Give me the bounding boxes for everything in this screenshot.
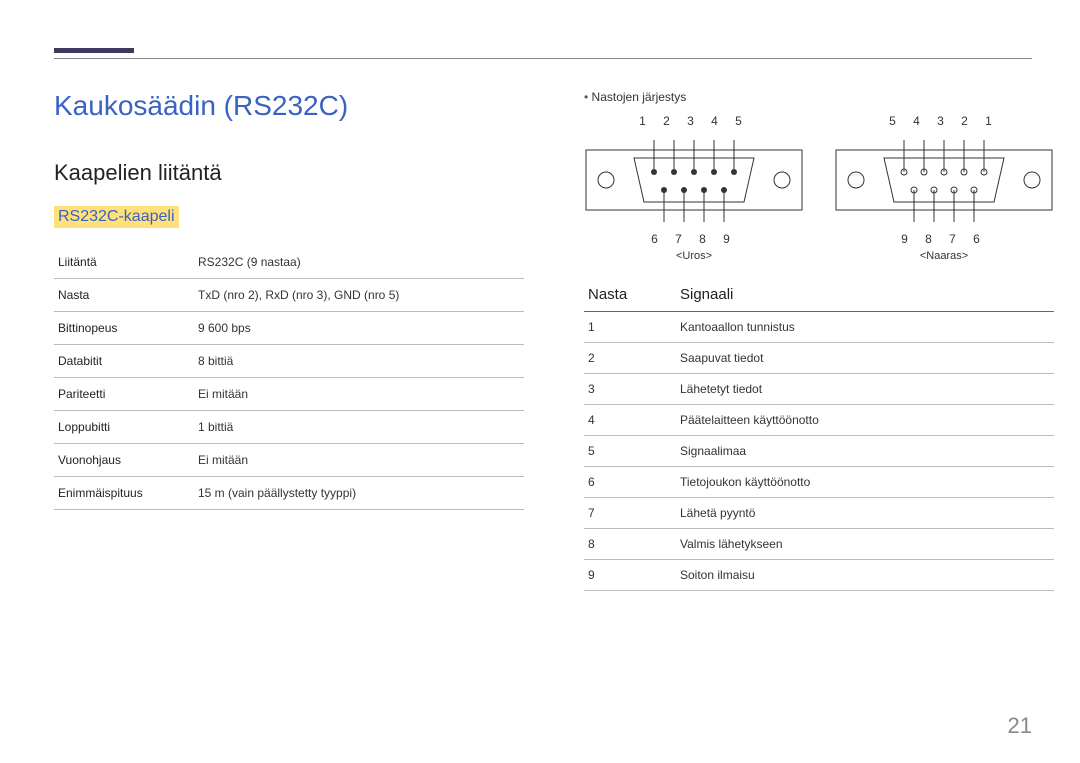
table-row: 4Päätelaitteen käyttöönotto xyxy=(584,405,1054,436)
dsub-female-icon xyxy=(834,130,1054,230)
table-row: VuonohjausEi mitään xyxy=(54,444,524,477)
pin-number: 9 xyxy=(584,560,676,591)
table-row: Enimmäispituus15 m (vain päällystetty ty… xyxy=(54,477,524,510)
page-number: 21 xyxy=(1008,713,1032,739)
pin-number: 5 xyxy=(584,436,676,467)
table-row: 5Signaalimaa xyxy=(584,436,1054,467)
spec-key: Liitäntä xyxy=(54,246,194,279)
dsub-male-icon xyxy=(584,130,804,230)
table-row: 8Valmis lähetykseen xyxy=(584,529,1054,560)
pin-signal: Päätelaitteen käyttöönotto xyxy=(676,405,1054,436)
spec-key: Nasta xyxy=(54,279,194,312)
table-row: PariteettiEi mitään xyxy=(54,378,524,411)
pin-signal: Signaalimaa xyxy=(676,436,1054,467)
table-row: 6Tietojoukon käyttöönotto xyxy=(584,467,1054,498)
pin-number: 6 xyxy=(584,467,676,498)
table-row: Databitit8 bittiä xyxy=(54,345,524,378)
connector-female: 5 4 3 2 1 9 8 7 6 <Naaras> xyxy=(834,114,1054,262)
pin-number: 7 xyxy=(584,498,676,529)
pin-signal: Tietojoukon käyttöönotto xyxy=(676,467,1054,498)
table-row: NastaTxD (nro 2), RxD (nro 3), GND (nro … xyxy=(54,279,524,312)
spec-key: Enimmäispituus xyxy=(54,477,194,510)
pin-number: 8 xyxy=(584,529,676,560)
spec-value: 8 bittiä xyxy=(194,345,524,378)
spec-table: LiitäntäRS232C (9 nastaa)NastaTxD (nro 2… xyxy=(54,246,524,510)
connector-male: 1 2 3 4 5 6 7 8 9 <Uros> xyxy=(584,114,804,262)
spec-key: Vuonohjaus xyxy=(54,444,194,477)
spec-value: Ei mitään xyxy=(194,444,524,477)
female-top-numbers: 5 4 3 2 1 xyxy=(834,114,1054,128)
left-column: Kaukosäädin (RS232C) Kaapelien liitäntä … xyxy=(54,90,524,591)
pin-signal: Valmis lähetykseen xyxy=(676,529,1054,560)
pin-header-nasta: Nasta xyxy=(584,280,676,312)
pin-table: Nasta Signaali 1Kantoaallon tunnistus2Sa… xyxy=(584,280,1054,591)
pin-signal: Lähetetyt tiedot xyxy=(676,374,1054,405)
male-top-numbers: 1 2 3 4 5 xyxy=(584,114,804,128)
female-caption: <Naaras> xyxy=(834,250,1054,262)
spec-key: Databitit xyxy=(54,345,194,378)
page-top-rule xyxy=(54,58,1032,59)
pin-signal: Lähetä pyyntö xyxy=(676,498,1054,529)
spec-value: 1 bittiä xyxy=(194,411,524,444)
spec-value: TxD (nro 2), RxD (nro 3), GND (nro 5) xyxy=(194,279,524,312)
table-row: Loppubitti1 bittiä xyxy=(54,411,524,444)
male-bottom-numbers: 6 7 8 9 xyxy=(584,232,804,246)
pin-number: 1 xyxy=(584,312,676,343)
pin-signal: Kantoaallon tunnistus xyxy=(676,312,1054,343)
spec-value: Ei mitään xyxy=(194,378,524,411)
spec-key: Loppubitti xyxy=(54,411,194,444)
pin-number: 2 xyxy=(584,343,676,374)
table-row: 2Saapuvat tiedot xyxy=(584,343,1054,374)
right-column: Nastojen järjestys 1 2 3 4 5 xyxy=(584,90,1054,591)
accent-bar xyxy=(54,48,134,53)
table-row: 1Kantoaallon tunnistus xyxy=(584,312,1054,343)
spec-key: Bittinopeus xyxy=(54,312,194,345)
spec-value: 9 600 bps xyxy=(194,312,524,345)
spec-value: RS232C (9 nastaa) xyxy=(194,246,524,279)
table-row: 9Soiton ilmaisu xyxy=(584,560,1054,591)
pin-number: 3 xyxy=(584,374,676,405)
pin-order-label: Nastojen järjestys xyxy=(584,90,1054,104)
cable-highlight: RS232C-kaapeli xyxy=(54,206,179,228)
female-bottom-numbers: 9 8 7 6 xyxy=(834,232,1054,246)
table-row: Bittinopeus9 600 bps xyxy=(54,312,524,345)
table-row: 3Lähetetyt tiedot xyxy=(584,374,1054,405)
spec-value: 15 m (vain päällystetty tyyppi) xyxy=(194,477,524,510)
pin-number: 4 xyxy=(584,405,676,436)
pin-signal: Saapuvat tiedot xyxy=(676,343,1054,374)
section-title: Kaapelien liitäntä xyxy=(54,160,524,186)
male-caption: <Uros> xyxy=(584,250,804,262)
table-row: LiitäntäRS232C (9 nastaa) xyxy=(54,246,524,279)
page-title: Kaukosäädin (RS232C) xyxy=(54,90,524,122)
pin-signal: Soiton ilmaisu xyxy=(676,560,1054,591)
table-row: 7Lähetä pyyntö xyxy=(584,498,1054,529)
pin-header-signal: Signaali xyxy=(676,280,1054,312)
spec-key: Pariteetti xyxy=(54,378,194,411)
connectors-figure: 1 2 3 4 5 6 7 8 9 <Uros> xyxy=(584,114,1054,262)
